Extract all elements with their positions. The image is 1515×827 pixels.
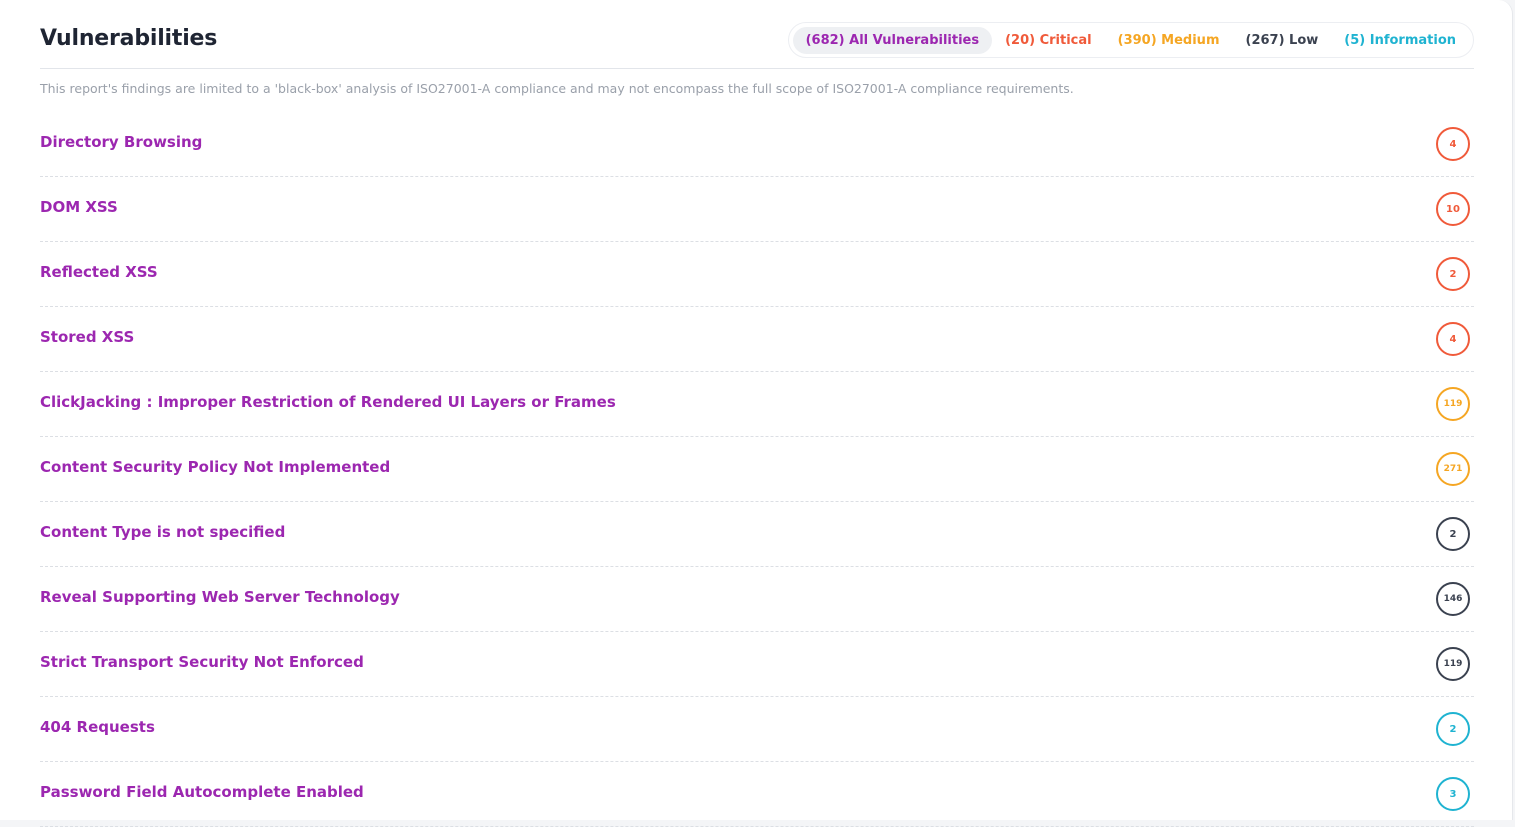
vulnerability-count-badge: 2 <box>1436 257 1470 291</box>
vulnerability-name[interactable]: ClickJacking : Improper Restriction of R… <box>40 393 616 411</box>
vulnerability-name[interactable]: Password Field Autocomplete Enabled <box>40 783 364 801</box>
vulnerability-name[interactable]: Content Security Policy Not Implemented <box>40 458 390 476</box>
vulnerability-row[interactable]: 404 Requests 2 <box>40 697 1474 762</box>
vulnerability-row[interactable]: Reveal Supporting Web Server Technology 1… <box>40 567 1474 632</box>
vulnerability-name[interactable]: Stored XSS <box>40 328 134 346</box>
vulnerability-row[interactable]: ClickJacking : Improper Restriction of R… <box>40 372 1474 437</box>
report-disclaimer: This report's findings are limited to a … <box>40 81 1074 96</box>
vulnerability-row[interactable]: Reflected XSS 2 <box>40 242 1474 307</box>
vulnerability-name[interactable]: 404 Requests <box>40 718 155 736</box>
vulnerability-row[interactable]: Directory Browsing 4 <box>40 112 1474 177</box>
vulnerability-name[interactable]: Strict Transport Security Not Enforced <box>40 653 364 671</box>
vulnerability-row[interactable]: Stored XSS 4 <box>40 307 1474 372</box>
vulnerability-count-badge: 119 <box>1436 387 1470 421</box>
filter-tab-low[interactable]: (267) Low <box>1233 27 1332 54</box>
vulnerability-row[interactable]: DOM XSS 10 <box>40 177 1474 242</box>
vulnerability-count-badge: 2 <box>1436 517 1470 551</box>
vulnerability-count-badge: 4 <box>1436 322 1470 356</box>
page-title: Vulnerabilities <box>40 26 218 51</box>
vulnerability-row[interactable]: Content Security Policy Not Implemented 2… <box>40 437 1474 502</box>
vulnerability-name[interactable]: DOM XSS <box>40 198 118 216</box>
vulnerability-count-badge: 146 <box>1436 582 1470 616</box>
vulnerability-row[interactable]: Strict Transport Security Not Enforced 11… <box>40 632 1474 697</box>
filter-tab-all[interactable]: (682) All Vulnerabilities <box>792 26 993 54</box>
filter-tab-critical[interactable]: (20) Critical <box>992 27 1105 54</box>
vulnerability-count-badge: 4 <box>1436 127 1470 161</box>
vulnerability-name[interactable]: Content Type is not specified <box>40 523 285 541</box>
vulnerability-name[interactable]: Reflected XSS <box>40 263 158 281</box>
vulnerability-count-badge: 271 <box>1436 452 1470 486</box>
vulnerability-count-badge: 2 <box>1436 712 1470 746</box>
vulnerability-count-badge: 119 <box>1436 647 1470 681</box>
vulnerabilities-card: Vulnerabilities (682) All Vulnerabilitie… <box>0 0 1513 827</box>
filter-tab-medium[interactable]: (390) Medium <box>1105 27 1233 54</box>
vulnerability-row[interactable]: Content Type is not specified 2 <box>40 502 1474 567</box>
vulnerability-count-badge: 3 <box>1436 777 1470 811</box>
vulnerability-list: Directory Browsing 4 DOM XSS 10 Reflected XS… <box>40 112 1474 827</box>
vulnerability-name[interactable]: Directory Browsing <box>40 133 202 151</box>
severity-filter-bar: (682) All Vulnerabilities (20) Critical (3… <box>787 22 1474 58</box>
card-header: Vulnerabilities (682) All Vulnerabilitie… <box>40 22 1474 69</box>
filter-tab-information[interactable]: (5) Information <box>1331 27 1469 54</box>
vulnerability-row[interactable]: Password Field Autocomplete Enabled 3 <box>40 762 1474 827</box>
vulnerability-name[interactable]: Reveal Supporting Web Server Technology <box>40 588 400 606</box>
vulnerability-count-badge: 10 <box>1436 192 1470 226</box>
